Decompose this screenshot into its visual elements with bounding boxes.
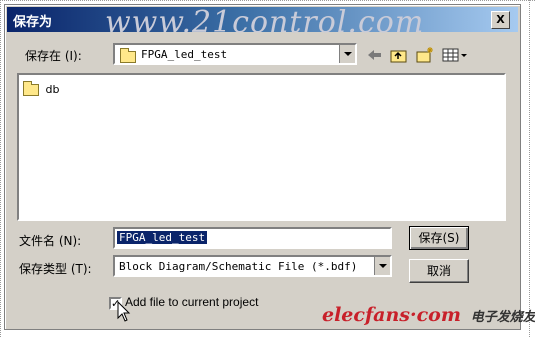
mouse-cursor-icon <box>117 301 131 322</box>
chevron-down-icon[interactable] <box>339 45 355 63</box>
save-type-value: Block Diagram/Schematic File (*.bdf) <box>119 260 358 273</box>
title-bar[interactable]: 保存为 www.21control.com X <box>7 5 518 40</box>
back-arrow-icon[interactable] <box>365 46 385 64</box>
chevron-down-icon[interactable] <box>374 257 390 275</box>
file-name-input[interactable]: FPGA_led_test <box>113 227 392 249</box>
list-item[interactable]: db <box>23 81 60 96</box>
save-in-value: FPGA_led_test <box>141 48 228 61</box>
add-to-project-label[interactable]: Add file to current project <box>125 295 258 309</box>
brand-site: elecfans·com <box>322 304 461 326</box>
brand-logo: elecfans·com 电子发烧友 <box>322 304 535 326</box>
file-list[interactable]: db <box>17 73 506 221</box>
cancel-button[interactable]: 取消 <box>409 259 469 283</box>
save-type-label: 保存类型 (T): <box>19 262 92 276</box>
view-menu-icon[interactable] <box>441 46 471 64</box>
save-in-dropdown[interactable]: FPGA_led_test <box>113 43 357 65</box>
file-name-value: FPGA_led_test <box>117 231 208 244</box>
save-type-dropdown[interactable]: Block Diagram/Schematic File (*.bdf) <box>113 255 392 277</box>
file-name-label: 文件名 (N): <box>19 234 82 248</box>
new-folder-icon[interactable] <box>415 46 435 64</box>
save-button[interactable]: 保存(S) <box>409 226 469 250</box>
up-one-level-icon[interactable] <box>389 46 409 64</box>
dotted-frame-right <box>529 0 530 337</box>
save-in-label: 保存在 (I): <box>25 49 82 63</box>
dialog-title: 保存为 <box>13 15 53 30</box>
folder-name: db <box>45 83 60 96</box>
close-button[interactable]: X <box>491 11 510 29</box>
dotted-frame-left <box>0 0 1 337</box>
watermark-text: www.21control.com <box>105 5 425 40</box>
dotted-frame-top <box>0 0 535 1</box>
save-as-dialog: 保存为 www.21control.com X 保存在 (I): FPGA_le… <box>4 4 521 330</box>
folder-icon <box>120 48 136 63</box>
folder-icon <box>23 81 39 96</box>
brand-tagline: 电子发烧友 <box>470 310 535 325</box>
